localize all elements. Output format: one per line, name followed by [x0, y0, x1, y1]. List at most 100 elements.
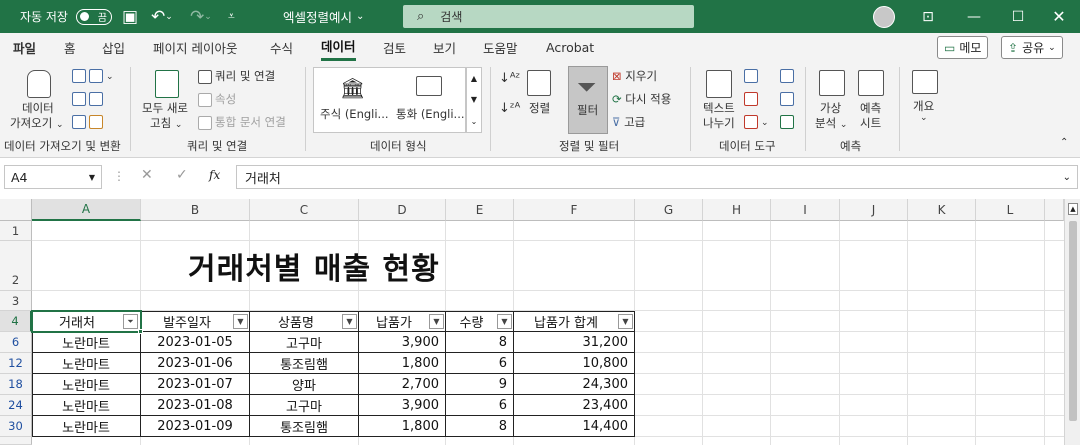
tab-file[interactable]: 파일	[13, 33, 36, 61]
tab-insert[interactable]: 삽입	[102, 33, 125, 61]
save-icon[interactable]: ▣	[122, 0, 138, 33]
row-header-1[interactable]: 1	[0, 221, 32, 241]
worksheet-grid[interactable]: A B C D E F G H I J K L 1 2 3 4 6 12 18 …	[0, 199, 1080, 445]
tab-formulas[interactable]: 수식	[270, 33, 293, 61]
outline-button[interactable]: 개요	[913, 98, 934, 114]
column-header-g[interactable]: G	[635, 199, 703, 221]
reapply-button[interactable]: ⟳ 다시 적용	[612, 91, 671, 107]
advanced-filter-button[interactable]: ⊽ 고급	[612, 114, 645, 130]
header-cell-order-date[interactable]: 발주일자	[141, 311, 233, 332]
tab-help[interactable]: 도움말	[483, 33, 518, 61]
table-cell[interactable]: 2023-01-07	[141, 374, 249, 395]
filter-applied-icon[interactable]: ⏷	[123, 314, 138, 329]
table-cell[interactable]: 31,200	[514, 332, 634, 353]
properties-button[interactable]: 속성	[198, 91, 236, 107]
filter-dropdown-icon[interactable]: ▼	[233, 314, 248, 329]
file-name[interactable]: 엑셀정렬예시 ⌄	[283, 0, 364, 33]
tab-page-layout[interactable]: 페이지 레이아웃	[153, 33, 237, 61]
table-cell[interactable]: 1,800	[359, 416, 445, 437]
table-cell[interactable]: 3,900	[359, 395, 445, 416]
sort-button[interactable]: 정렬	[529, 100, 550, 116]
column-header-j[interactable]: J	[840, 199, 908, 221]
get-data-label2[interactable]: 가져오기 ⌄	[10, 115, 64, 131]
header-cell-product[interactable]: 상품명	[250, 311, 342, 332]
insert-function-icon[interactable]: fx	[209, 168, 220, 182]
row-header-3[interactable]: 3	[0, 291, 32, 311]
undo-icon[interactable]: ↶ ⌄	[151, 0, 173, 33]
row-header-2[interactable]: 2	[0, 241, 32, 291]
tab-view[interactable]: 보기	[433, 33, 456, 61]
table-cell[interactable]: 통조림햄	[250, 353, 358, 374]
row-header-6[interactable]: 6	[0, 332, 32, 353]
text-to-columns-label1[interactable]: 텍스트	[703, 100, 735, 116]
header-cell-unit-price[interactable]: 납품가	[359, 311, 429, 332]
queries-connections-button[interactable]: 쿼리 및 연결	[198, 68, 275, 84]
row-header-4[interactable]: 4	[0, 311, 32, 332]
text-to-columns-label2[interactable]: 나누기	[703, 115, 735, 131]
column-header-l[interactable]: L	[976, 199, 1045, 221]
row-header-12[interactable]: 12	[0, 353, 32, 374]
data-model-icon[interactable]	[780, 114, 797, 129]
select-all-corner[interactable]	[0, 199, 32, 221]
table-cell[interactable]: 10,800	[514, 353, 634, 374]
table-cell[interactable]: 6	[446, 395, 513, 416]
formula-input[interactable]: 거래처 ⌄	[236, 165, 1078, 189]
refresh-all-label2[interactable]: 고침 ⌄	[150, 115, 182, 131]
filter-button[interactable]: ⏷ 필터	[568, 66, 608, 134]
filter-dropdown-icon[interactable]: ▼	[497, 314, 512, 329]
column-header-b[interactable]: B	[141, 199, 250, 221]
from-text-icon[interactable]: ⌄	[72, 68, 114, 83]
outline-chevron-icon[interactable]: ⌄	[920, 113, 928, 123]
data-validation-icon[interactable]: ⌄	[744, 114, 769, 129]
search-box[interactable]: ⌕ 검색	[403, 5, 694, 28]
table-cell[interactable]: 노란마트	[32, 395, 140, 416]
remove-duplicates-icon[interactable]	[744, 91, 761, 106]
filter-dropdown-icon[interactable]: ▼	[342, 314, 357, 329]
table-cell[interactable]: 노란마트	[32, 374, 140, 395]
tab-acrobat[interactable]: Acrobat	[546, 33, 594, 61]
table-cell[interactable]: 23,400	[514, 395, 634, 416]
customize-toolbar-icon[interactable]: ⩡	[228, 0, 235, 33]
stocks-button[interactable]: 주식 (Engli...	[320, 106, 389, 122]
forecast-sheet-label2[interactable]: 시트	[860, 115, 881, 131]
memo-button[interactable]: ▭ 메모	[937, 36, 989, 59]
what-if-label2[interactable]: 분석 ⌄	[815, 115, 847, 131]
vertical-scrollbar[interactable]: ▲	[1064, 199, 1080, 445]
table-cell[interactable]: 2,700	[359, 374, 445, 395]
clear-filter-button[interactable]: ⊠ 지우기	[612, 68, 657, 84]
table-cell[interactable]: 노란마트	[32, 332, 140, 353]
filter-dropdown-icon[interactable]: ▼	[429, 314, 444, 329]
column-header-c[interactable]: C	[250, 199, 359, 221]
table-cell[interactable]: 8	[446, 332, 513, 353]
header-cell-total[interactable]: 납품가 합계	[514, 311, 618, 332]
forecast-sheet-label1[interactable]: 예측	[860, 100, 881, 116]
scroll-up-icon[interactable]: ▲	[1068, 203, 1078, 215]
column-header-d[interactable]: D	[359, 199, 446, 221]
row-header-30[interactable]: 30	[0, 416, 32, 437]
cancel-icon[interactable]: ✕	[141, 167, 153, 183]
tab-review[interactable]: 검토	[383, 33, 406, 61]
column-header-f[interactable]: F	[514, 199, 635, 221]
table-cell[interactable]: 노란마트	[32, 353, 140, 374]
table-cell[interactable]: 고구마	[250, 395, 358, 416]
tab-data[interactable]: 데이터	[321, 33, 356, 61]
column-header-a[interactable]: A	[32, 199, 141, 221]
sort-za-icon[interactable]: ↓ᶻᴬ	[499, 101, 520, 116]
table-cell[interactable]: 14,400	[514, 416, 634, 437]
relationships-icon[interactable]	[780, 91, 797, 106]
table-cell[interactable]: 양파	[250, 374, 358, 395]
filter-dropdown-icon[interactable]: ▼	[618, 314, 633, 329]
table-cell[interactable]: 3,900	[359, 332, 445, 353]
recent-sources-icon[interactable]	[72, 114, 106, 129]
collapse-ribbon-icon[interactable]: ⌃	[1060, 137, 1068, 148]
refresh-all-label1[interactable]: 모두 새로	[142, 100, 188, 116]
maximize-icon[interactable]: ☐	[995, 0, 1041, 33]
ribbon-display-icon[interactable]: ⊡	[905, 0, 951, 33]
header-cell-quantity[interactable]: 수량	[446, 311, 497, 332]
consolidate-icon[interactable]	[780, 68, 797, 83]
gallery-scroll[interactable]: ▲ ▼ ⌄	[466, 67, 482, 133]
table-cell[interactable]: 2023-01-08	[141, 395, 249, 416]
table-cell[interactable]: 고구마	[250, 332, 358, 353]
column-header-k[interactable]: K	[908, 199, 976, 221]
table-cell[interactable]: 1,800	[359, 353, 445, 374]
